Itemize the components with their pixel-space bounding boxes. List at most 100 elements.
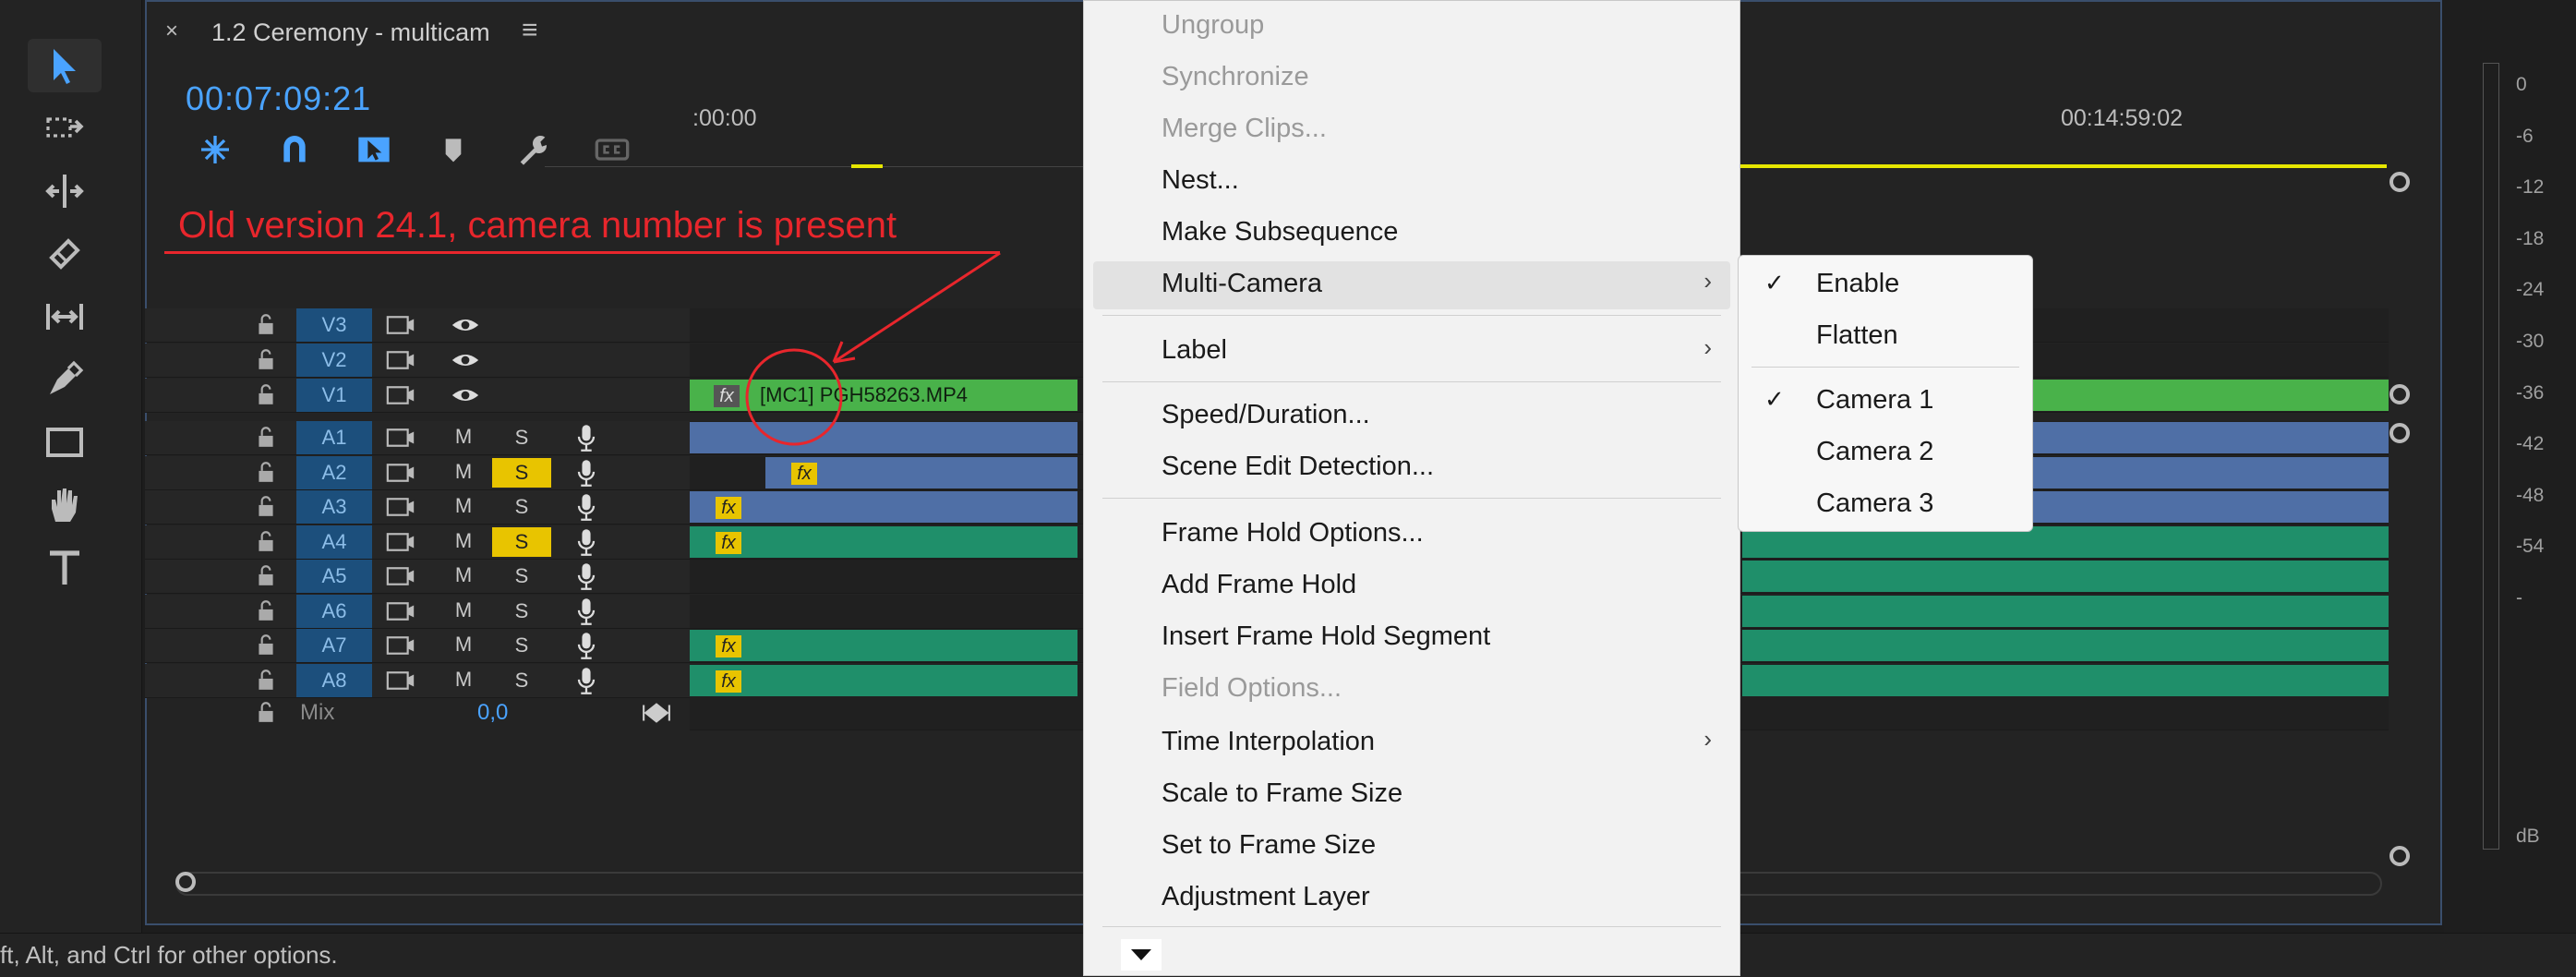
mute-button[interactable]: M (450, 668, 477, 692)
solo-button[interactable]: S (492, 458, 551, 488)
track-name[interactable]: A4 (296, 525, 372, 559)
mute-button[interactable]: M (450, 633, 477, 657)
track-name[interactable]: V2 (296, 344, 372, 377)
pen-tool[interactable] (28, 353, 102, 406)
menu-item-time-interpolation[interactable]: Time Interpolation (1162, 727, 1375, 757)
audio-clip[interactable]: fx (690, 630, 1077, 661)
multicam-clip-v1[interactable]: fx [MC1] PGH58263.MP4 (690, 380, 1077, 411)
lock-icon[interactable] (256, 312, 276, 336)
lock-icon[interactable] (256, 563, 276, 587)
menu-item-set-to-frame-size[interactable]: Set to Frame Size (1162, 830, 1376, 861)
solo-button[interactable]: S (492, 423, 551, 452)
microphone-icon[interactable] (575, 423, 597, 452)
mix-volume-value[interactable]: 0,0 (477, 700, 508, 726)
lock-icon[interactable] (256, 633, 276, 657)
audio-clip[interactable]: fx (690, 665, 1077, 696)
eye-icon[interactable] (450, 349, 481, 371)
lock-icon[interactable] (256, 529, 276, 553)
lock-icon[interactable] (256, 700, 276, 724)
track-name[interactable]: A3 (296, 490, 372, 524)
lock-icon[interactable] (256, 494, 276, 518)
go-to-end-icon[interactable] (642, 702, 671, 724)
mute-button[interactable]: M (450, 598, 477, 622)
submenu-item-camera-3[interactable]: Camera 3 (1816, 488, 1933, 519)
playhead-timecode[interactable]: 00:07:09:21 (186, 79, 371, 118)
eye-icon[interactable] (450, 384, 481, 406)
menu-item-insert-frame-hold-segment[interactable]: Insert Frame Hold Segment (1162, 621, 1490, 652)
track-name[interactable]: A6 (296, 595, 372, 628)
audio-clip[interactable]: fx (690, 491, 1077, 523)
menu-item-speed-duration[interactable]: Speed/Duration... (1162, 400, 1370, 430)
add-marker-icon[interactable] (433, 131, 474, 168)
track-end-knob[interactable] (2389, 846, 2410, 866)
submenu-item-camera-2[interactable]: Camera 2 (1816, 437, 1933, 467)
selection-tool[interactable] (28, 39, 102, 92)
menu-item-add-frame-hold[interactable]: Add Frame Hold (1162, 570, 1356, 600)
scroll-zoom-handle[interactable] (175, 872, 196, 892)
sync-lock-icon[interactable] (385, 669, 416, 692)
track-name[interactable]: A8 (296, 664, 372, 697)
microphone-icon[interactable] (575, 458, 597, 488)
rectangle-tool[interactable] (28, 416, 102, 469)
mute-button[interactable]: M (450, 494, 477, 518)
solo-button[interactable]: S (492, 631, 551, 660)
sync-lock-icon[interactable] (385, 634, 416, 657)
sync-lock-icon[interactable] (385, 349, 416, 371)
razor-tool[interactable] (28, 227, 102, 281)
lock-icon[interactable] (256, 460, 276, 484)
track-name[interactable]: A7 (296, 629, 372, 662)
menu-item-nest[interactable]: Nest... (1162, 165, 1239, 196)
menu-item-make-subsequence[interactable]: Make Subsequence (1162, 217, 1398, 247)
microphone-icon[interactable] (575, 492, 597, 522)
microphone-icon[interactable] (575, 666, 597, 695)
audio-clip[interactable] (1742, 596, 2389, 627)
sync-lock-icon[interactable] (385, 600, 416, 622)
hand-tool[interactable] (28, 478, 102, 532)
track-end-knob[interactable] (2389, 384, 2410, 404)
menu-scroll-down-button[interactable] (1121, 939, 1162, 971)
track-select-tool[interactable] (28, 102, 102, 155)
menu-item-scene-edit-detection[interactable]: Scene Edit Detection... (1162, 452, 1434, 482)
sync-lock-icon[interactable] (385, 565, 416, 587)
submenu-item-camera-1[interactable]: Camera 1 (1816, 385, 1933, 416)
track-name[interactable]: V1 (296, 379, 372, 412)
lock-icon[interactable] (256, 347, 276, 371)
close-tab-button[interactable]: × (165, 18, 178, 44)
track-name[interactable]: A1 (296, 421, 372, 454)
sync-lock-icon[interactable] (385, 427, 416, 449)
mute-button[interactable]: M (450, 425, 477, 449)
microphone-icon[interactable] (575, 631, 597, 660)
microphone-icon[interactable] (575, 597, 597, 626)
solo-button[interactable]: S (492, 527, 551, 557)
menu-item-multi-camera[interactable]: Multi-Camera (1162, 269, 1322, 299)
track-end-knob[interactable] (2389, 423, 2410, 443)
track-name[interactable]: A5 (296, 560, 372, 593)
microphone-icon[interactable] (575, 561, 597, 591)
mute-button[interactable]: M (450, 460, 477, 484)
type-tool[interactable] (28, 541, 102, 595)
mute-button[interactable]: M (450, 563, 477, 587)
sync-lock-icon[interactable] (385, 531, 416, 553)
lock-icon[interactable] (256, 668, 276, 692)
panel-menu-icon[interactable]: ≡ (522, 15, 538, 46)
lock-icon[interactable] (256, 425, 276, 449)
mute-button[interactable]: M (450, 529, 477, 553)
nest-toggle-icon[interactable] (195, 131, 235, 168)
sync-lock-icon[interactable] (385, 496, 416, 518)
sync-lock-icon[interactable] (385, 384, 416, 406)
solo-button[interactable]: S (492, 492, 551, 522)
linked-selection-icon[interactable] (354, 131, 394, 168)
audio-clip[interactable] (1742, 630, 2389, 661)
snap-icon[interactable] (274, 131, 315, 168)
solo-button[interactable]: S (492, 666, 551, 695)
sync-lock-icon[interactable] (385, 462, 416, 484)
menu-item-adjustment-layer[interactable]: Adjustment Layer (1162, 882, 1370, 912)
track-name[interactable]: V3 (296, 308, 372, 342)
lock-icon[interactable] (256, 382, 276, 406)
slip-tool[interactable] (28, 290, 102, 344)
audio-clip[interactable]: fx (690, 526, 1077, 558)
lock-icon[interactable] (256, 598, 276, 622)
menu-item-scale-to-frame-size[interactable]: Scale to Frame Size (1162, 778, 1402, 809)
audio-clip[interactable] (1742, 665, 2389, 696)
track-end-knob[interactable] (2389, 172, 2410, 192)
